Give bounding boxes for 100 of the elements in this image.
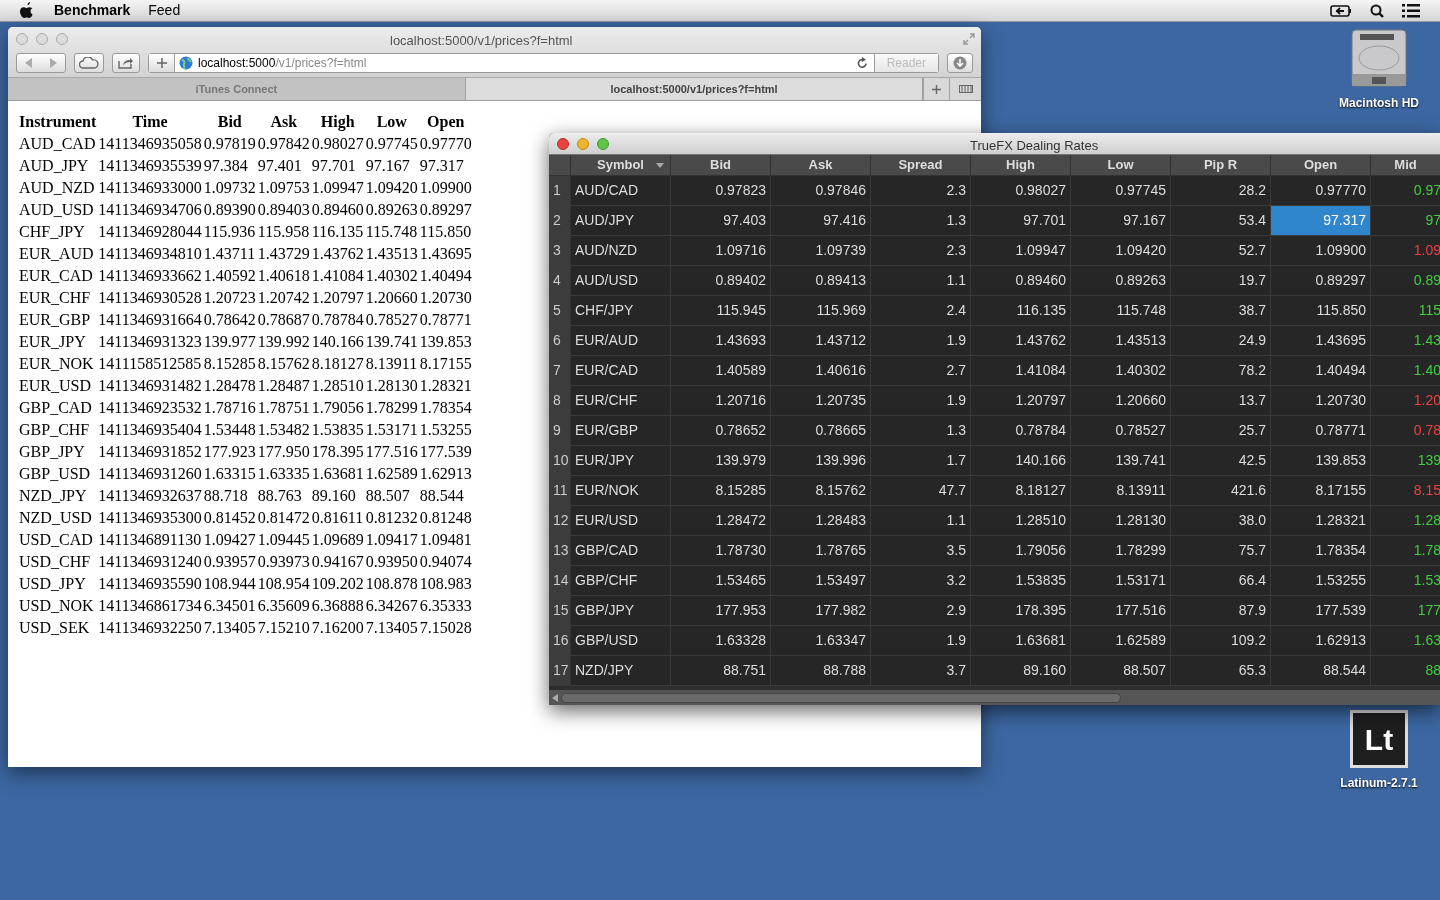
table-cell-text: 1.20730 <box>419 288 472 308</box>
table-cell[interactable]: 8.17155 <box>1271 476 1371 505</box>
icon-label[interactable]: Latinum-2.7.1 <box>1340 774 1418 792</box>
table-cell: 0.97823 <box>671 176 771 205</box>
table-cell: EUR/USD <box>571 506 671 535</box>
table-cell[interactable]: 0.97770 <box>1271 176 1371 205</box>
table-cell[interactable]: 1.20730 <box>1271 386 1371 415</box>
battery-icon[interactable] <box>1330 4 1352 17</box>
table-cell: 1.53171 <box>1071 566 1171 595</box>
back-forward-control[interactable] <box>16 52 66 73</box>
table-cell: EUR/CAD <box>571 356 671 385</box>
table-cell: 1.1 <box>871 506 971 535</box>
column-header[interactable]: Symbol <box>571 155 671 175</box>
table-cell: 1.9 <box>871 326 971 355</box>
table-cell: 97.416 <box>771 206 871 235</box>
table-cell-text: EUR_CAD <box>19 266 94 286</box>
table-cell: AUD/JPY <box>571 206 671 235</box>
zoom-button[interactable] <box>56 32 68 45</box>
table-cell: 139.996 <box>771 446 871 475</box>
table-cell[interactable]: 88.544 <box>1271 656 1371 685</box>
table-cell: 1.20716 <box>671 386 771 415</box>
table-cell[interactable]: 1.28321 <box>1271 506 1371 535</box>
app-menu[interactable]: Benchmark <box>54 0 131 21</box>
minimize-button[interactable] <box>577 137 589 150</box>
apple-logo-icon[interactable] <box>19 1 35 20</box>
table-cell-text: 0.89403 <box>257 200 310 220</box>
table-cell: EUR/JPY <box>571 446 671 475</box>
table-cell[interactable]: 1.78354 <box>1271 536 1371 565</box>
table-cell[interactable]: 139.853 <box>1271 446 1371 475</box>
column-header[interactable]: Bid <box>671 155 771 175</box>
table-cell: 139.741 <box>1071 446 1171 475</box>
table-cell[interactable]: 115.850 <box>1271 296 1371 325</box>
share-button[interactable] <box>112 52 140 73</box>
table-cell-text: 1411346932637 <box>98 486 202 506</box>
zoom-button[interactable] <box>597 137 609 150</box>
downloads-button[interactable] <box>947 52 973 73</box>
table-cell: AUD/NZD <box>571 236 671 265</box>
table-cell-text: 177.539 <box>419 442 472 462</box>
column-header[interactable]: High <box>971 155 1071 175</box>
table-cell-text: 1.63315 <box>203 464 256 484</box>
tab-overview-button[interactable] <box>949 78 981 100</box>
table-cell[interactable]: 0.78771 <box>1271 416 1371 445</box>
column-header: Ask <box>269 112 299 132</box>
row-number: 17 <box>549 656 571 685</box>
table-cell-text: 1.40618 <box>257 266 310 286</box>
table-cell-text: 1.43762 <box>311 244 364 264</box>
row-number: 13 <box>549 536 571 565</box>
table-cell: 2.3 <box>871 176 971 205</box>
row-number: 14 <box>549 566 571 595</box>
table-cell: 1.28 <box>1371 506 1440 535</box>
table-cell: 97.167 <box>1071 206 1171 235</box>
table-cell-text: 1411346933000 <box>98 178 202 198</box>
browser-tab[interactable]: localhost:5000/v1/prices?f=html <box>465 78 924 100</box>
new-tab-button[interactable] <box>923 78 950 100</box>
table-cell: 1.28472 <box>671 506 771 535</box>
row-number: 6 <box>549 326 571 355</box>
scrollbar-thumb[interactable] <box>561 692 1121 703</box>
table-cell-text: 108.944 <box>203 574 256 594</box>
column-header[interactable]: Mid <box>1371 155 1440 175</box>
cloud-button[interactable] <box>74 52 104 73</box>
table-cell[interactable]: 1.43695 <box>1271 326 1371 355</box>
table-cell[interactable]: 177.539 <box>1271 596 1371 625</box>
table-cell[interactable]: 97.317 <box>1271 206 1371 235</box>
scroll-left-icon[interactable] <box>552 693 558 702</box>
table-cell-text: 1411346931664 <box>98 310 202 330</box>
column-header[interactable]: Open <box>1271 155 1371 175</box>
table-cell[interactable]: 0.89297 <box>1271 266 1371 295</box>
table-cell: 1.1 <box>871 266 971 295</box>
table-cell-text: 1.28130 <box>365 376 418 396</box>
forward-icon[interactable] <box>49 57 57 68</box>
minimize-button[interactable] <box>36 32 48 45</box>
table-cell: 1.20660 <box>1071 386 1171 415</box>
search-icon[interactable] <box>1370 3 1384 18</box>
column-header[interactable]: Ask <box>771 155 871 175</box>
table-cell[interactable]: 1.40494 <box>1271 356 1371 385</box>
list-icon[interactable] <box>1402 3 1420 18</box>
table-cell: 2.7 <box>871 356 971 385</box>
table-cell-text: 7.15028 <box>419 618 472 638</box>
table-cell[interactable]: 1.62913 <box>1271 626 1371 655</box>
table-cell[interactable]: 1.09900 <box>1271 236 1371 265</box>
column-header[interactable]: Low <box>1071 155 1171 175</box>
table-cell-text: 1411346930528 <box>98 288 202 308</box>
menu-item[interactable]: Feed <box>148 0 181 21</box>
fullscreen-icon[interactable] <box>963 32 975 45</box>
icon-label[interactable]: Macintosh HD <box>1339 94 1419 112</box>
table-cell-text: 1.53482 <box>257 420 310 440</box>
close-button[interactable] <box>557 137 569 150</box>
table-cell: 0.97846 <box>771 176 871 205</box>
table-cell-text: 0.78642 <box>203 310 256 330</box>
table-cell-text: 1.63681 <box>311 464 364 484</box>
column-header[interactable]: Pip R <box>1171 155 1271 175</box>
back-icon[interactable] <box>25 57 33 68</box>
app-icon[interactable]: Lt <box>1350 710 1408 768</box>
table-cell-text: 6.34267 <box>365 596 418 616</box>
table-cell: GBP/USD <box>571 626 671 655</box>
hard-drive-icon[interactable] <box>1350 28 1408 88</box>
table-cell: EUR/CHF <box>571 386 671 415</box>
column-header[interactable]: Spread <box>871 155 971 175</box>
table-cell-text: 1.53835 <box>311 420 364 440</box>
table-cell[interactable]: 1.53255 <box>1271 566 1371 595</box>
